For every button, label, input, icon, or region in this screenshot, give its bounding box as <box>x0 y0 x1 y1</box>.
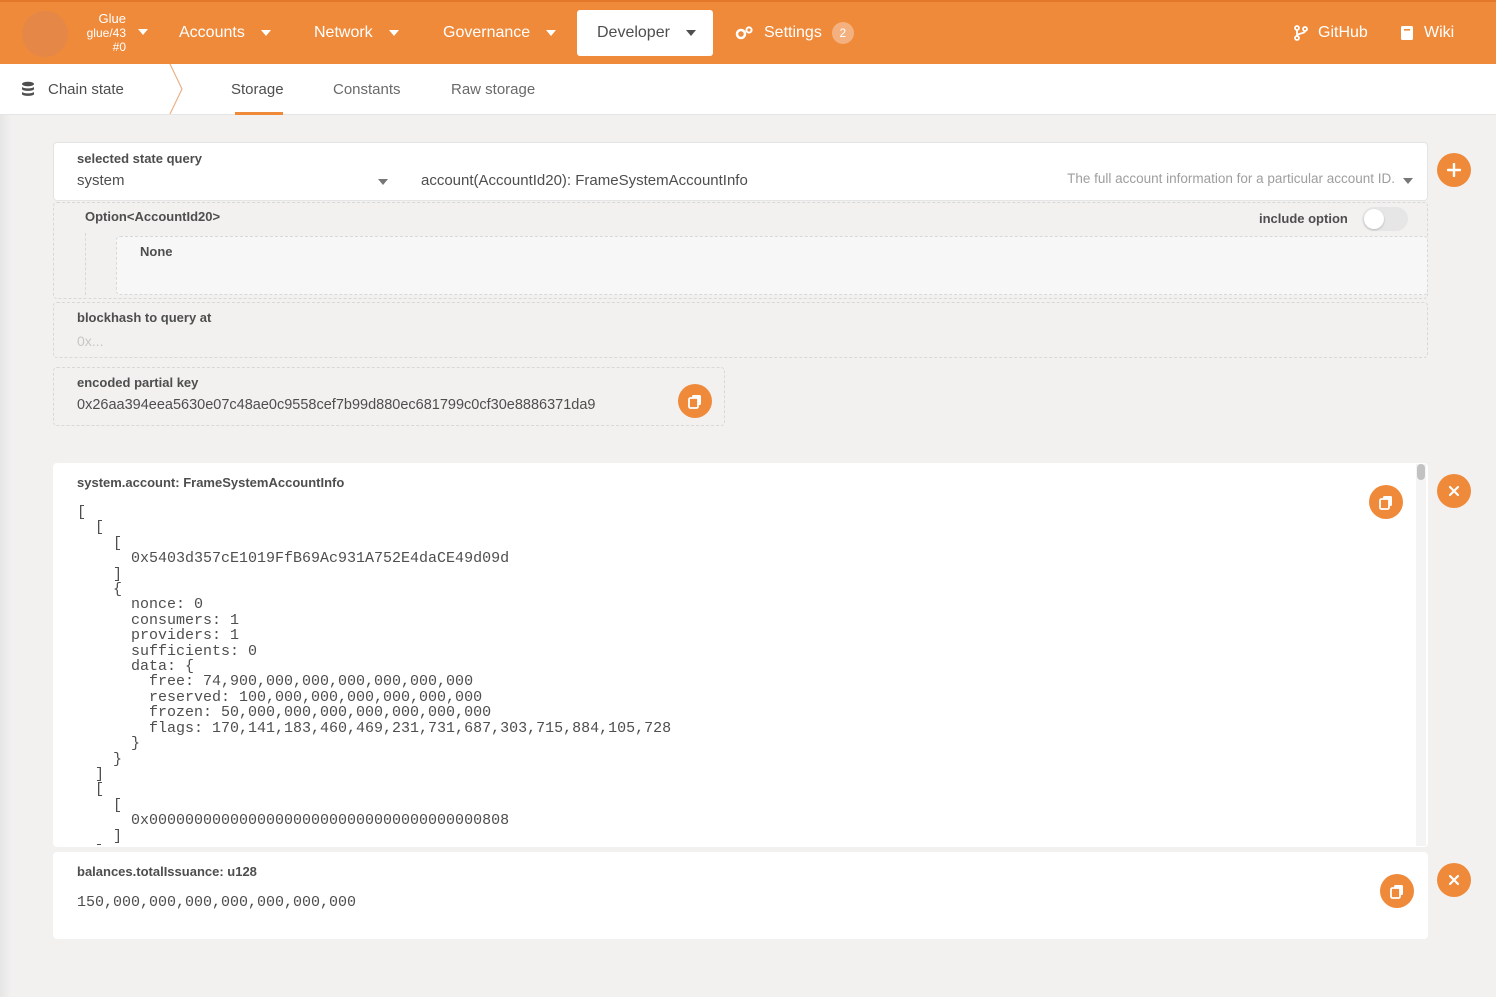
nav-wiki[interactable]: Wiki <box>1400 2 1454 64</box>
nav-settings[interactable]: Settings 2 <box>734 2 854 64</box>
nav-network-label: Network <box>314 24 373 41</box>
chevron-down-icon <box>378 179 388 185</box>
copy-result-button[interactable] <box>1380 874 1414 908</box>
nav-developer-label: Developer <box>597 24 670 41</box>
breadcrumb-separator-icon <box>169 64 183 114</box>
encoded-key-label: encoded partial key <box>77 375 199 390</box>
nav-governance[interactable]: Governance <box>443 2 557 64</box>
nav-network[interactable]: Network <box>314 2 399 64</box>
nav-governance-label: Governance <box>443 24 531 41</box>
include-option-toggle[interactable] <box>1362 207 1408 231</box>
chevron-down-icon <box>1403 178 1413 184</box>
tab-storage[interactable]: Storage <box>231 64 284 114</box>
nav-wiki-label: Wiki <box>1424 24 1455 41</box>
close-icon <box>1448 485 1460 497</box>
result-scrollbar[interactable] <box>1416 464 1426 846</box>
nav-accounts[interactable]: Accounts <box>179 2 271 64</box>
result-title: balances.totalIssuance: u128 <box>77 864 257 879</box>
chevron-down-icon <box>388 30 399 36</box>
include-option-label: include option <box>1259 211 1348 226</box>
chain-name: Glue <box>98 11 126 26</box>
copy-icon <box>1390 884 1403 899</box>
option-value: None <box>140 244 173 259</box>
method-description: The full account information for a parti… <box>1067 171 1395 186</box>
chevron-down-icon <box>685 30 696 36</box>
blockhash-input[interactable]: 0x... <box>77 333 103 349</box>
nav-settings-label: Settings <box>764 24 822 41</box>
nav-github-label: GitHub <box>1318 24 1368 41</box>
code-branch-icon <box>1294 25 1308 41</box>
blockhash-field[interactable]: blockhash to query at 0x... <box>53 302 1428 358</box>
result-body: 150,000,000,000,000,000,000,000 <box>77 894 357 911</box>
remove-result-button[interactable] <box>1437 474 1471 508</box>
top-navbar: Glue glue/43 #0 Accounts Network Governa… <box>0 0 1496 64</box>
encoded-key-value: 0x26aa394eea5630e07c48ae0c9558cef7b99d88… <box>77 397 596 413</box>
nav-developer[interactable]: Developer <box>577 10 713 56</box>
active-tab-indicator <box>235 112 283 115</box>
sub-navbar: Chain state Storage Constants Raw storag… <box>0 64 1496 115</box>
chain-block: #0 <box>112 40 126 54</box>
chain-selector[interactable]: Glue glue/43 #0 <box>80 11 126 55</box>
section-chain-state[interactable]: Chain state <box>20 64 124 114</box>
close-icon <box>1448 874 1460 886</box>
result-body: [ [ [ 0x5403d357cE1019FfB69Ac931A752E4da… <box>77 505 672 845</box>
tab-constants[interactable]: Constants <box>333 64 401 114</box>
gears-icon <box>735 26 753 40</box>
result-total-issuance: balances.totalIssuance: u128 150,000,000… <box>53 852 1428 939</box>
scrollbar-thumb[interactable] <box>1417 464 1425 480</box>
database-icon <box>22 81 34 96</box>
option-param-label: Option<AccountId20> <box>85 209 221 224</box>
param-indent-line <box>85 233 86 295</box>
chevron-down-icon <box>546 30 557 36</box>
module-value: system <box>77 172 125 189</box>
copy-icon <box>688 394 701 409</box>
tab-raw-storage[interactable]: Raw storage <box>451 64 535 114</box>
chevron-down-icon <box>260 30 271 36</box>
section-title: Chain state <box>48 80 124 98</box>
nav-accounts-label: Accounts <box>179 24 245 41</box>
option-value-field[interactable]: None <box>116 236 1428 295</box>
left-edge-shadow <box>0 115 12 997</box>
chain-logo[interactable] <box>22 11 68 57</box>
nav-github[interactable]: GitHub <box>1294 2 1368 64</box>
state-query-selector: selected state query system account(Acco… <box>53 142 1428 201</box>
remove-result-button[interactable] <box>1437 863 1471 897</box>
module-dropdown[interactable]: system <box>54 143 394 200</box>
copy-icon <box>1379 495 1392 510</box>
chain-spec: glue/43 <box>86 26 126 40</box>
settings-badge: 2 <box>831 22 854 44</box>
blockhash-label: blockhash to query at <box>77 310 212 325</box>
method-dropdown[interactable]: account(AccountId20): FrameSystemAccount… <box>399 143 1427 200</box>
toggle-knob <box>1364 209 1384 229</box>
chevron-down-icon[interactable] <box>138 29 148 35</box>
copy-result-button[interactable] <box>1369 485 1403 519</box>
encoded-key-field: encoded partial key 0x26aa394eea5630e07c… <box>53 367 725 426</box>
book-icon <box>1401 26 1413 40</box>
add-query-button[interactable] <box>1437 153 1471 187</box>
result-title: system.account: FrameSystemAccountInfo <box>77 475 345 490</box>
plus-icon <box>1447 163 1461 177</box>
copy-encoded-button[interactable] <box>678 384 712 418</box>
method-value: account(AccountId20): FrameSystemAccount… <box>421 172 748 189</box>
